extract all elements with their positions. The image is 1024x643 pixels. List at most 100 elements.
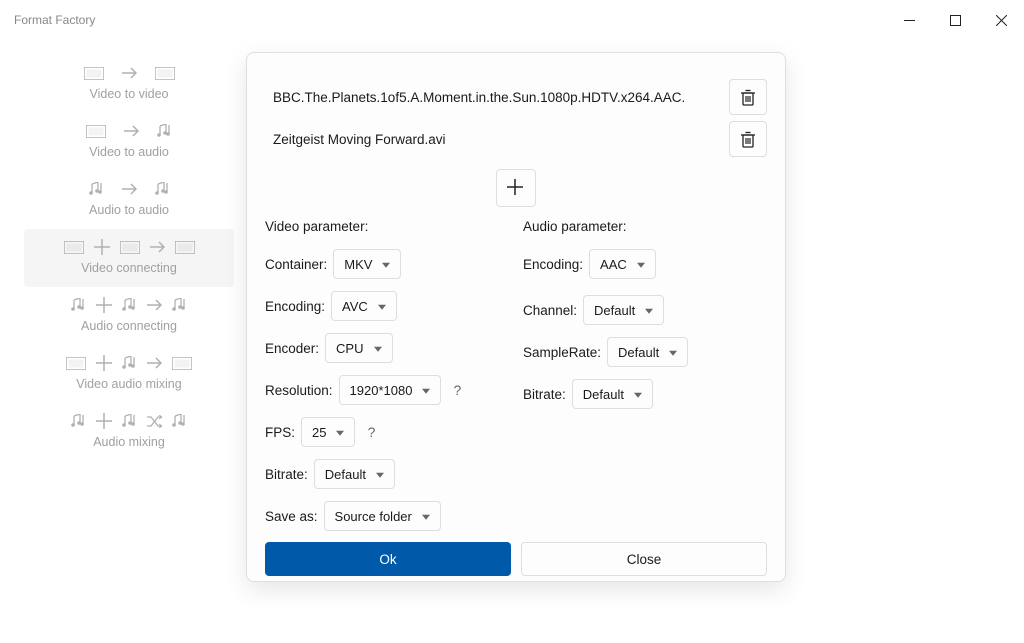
video-icon xyxy=(66,357,86,370)
window-controls xyxy=(886,3,1024,37)
video-bitrate-label: Bitrate: xyxy=(265,467,308,482)
sidebar-item-video-connecting[interactable]: Video connecting xyxy=(24,229,234,287)
video-icon xyxy=(84,67,104,80)
delete-file-button[interactable] xyxy=(729,121,767,157)
close-button[interactable]: Close xyxy=(521,542,767,576)
minimize-button[interactable] xyxy=(886,3,932,37)
channel-select[interactable]: Default xyxy=(583,295,664,325)
sidebar-item-video-to-video[interactable]: Video to video xyxy=(24,55,234,113)
sidebar-item-label: Video to video xyxy=(28,87,230,101)
resolution-select[interactable]: 1920*1080 xyxy=(339,375,442,405)
music-icon xyxy=(71,298,86,312)
sidebar-item-label: Video connecting xyxy=(28,261,230,275)
ok-button[interactable]: Ok xyxy=(265,542,511,576)
sidebar-item-label: Video audio mixing xyxy=(28,377,230,391)
plus-icon xyxy=(507,179,525,197)
close-window-button[interactable] xyxy=(978,3,1024,37)
plus-icon xyxy=(96,297,112,313)
samplerate-select[interactable]: Default xyxy=(607,337,688,367)
saveas-select[interactable]: Source folder xyxy=(324,501,441,531)
resolution-help-button[interactable]: ? xyxy=(447,380,467,400)
sidebar-icons xyxy=(28,61,230,85)
file-list: BBC.The.Planets.1of5.A.Moment.in.the.Sun… xyxy=(265,71,767,167)
arrow-right-icon xyxy=(150,241,165,253)
music-icon xyxy=(71,414,86,428)
file-row: Zeitgeist Moving Forward.avi xyxy=(265,119,767,159)
file-name: Zeitgeist Moving Forward.avi xyxy=(265,132,446,147)
sidebar-item-label: Audio connecting xyxy=(28,319,230,333)
music-icon xyxy=(172,298,187,312)
resolution-label: Resolution: xyxy=(265,383,333,398)
sidebar-item-audio-mixing[interactable]: Audio mixing xyxy=(24,403,234,461)
video-encoding-label: Encoding: xyxy=(265,299,325,314)
fps-select[interactable]: 25 xyxy=(301,417,355,447)
music-icon xyxy=(155,182,170,196)
music-icon xyxy=(89,182,104,196)
video-icon xyxy=(175,241,195,254)
fps-help-button[interactable]: ? xyxy=(361,422,381,442)
container-label: Container: xyxy=(265,257,327,272)
encoder-label: Encoder: xyxy=(265,341,319,356)
close-icon xyxy=(996,15,1007,26)
video-icon xyxy=(86,125,106,138)
maximize-icon xyxy=(950,15,961,26)
trash-icon xyxy=(740,131,756,148)
video-icon xyxy=(64,241,84,254)
audio-parameter-heading: Audio parameter: xyxy=(523,219,767,234)
plus-icon xyxy=(94,239,110,255)
sidebar-item-audio-to-audio[interactable]: Audio to audio xyxy=(24,171,234,229)
video-connecting-dialog: BBC.The.Planets.1of5.A.Moment.in.the.Sun… xyxy=(246,52,786,582)
audio-parameter-section: Audio parameter: Encoding: AAC Channel: … xyxy=(523,219,767,542)
arrow-right-icon xyxy=(124,125,139,137)
fps-label: FPS: xyxy=(265,425,295,440)
arrow-right-icon xyxy=(122,67,137,79)
music-icon xyxy=(122,356,137,370)
video-icon xyxy=(120,241,140,254)
sidebar-icons xyxy=(28,177,230,201)
sidebar: Video to video Video to audio Audio to a… xyxy=(24,55,234,461)
sidebar-icons xyxy=(28,351,230,375)
video-parameter-section: Video parameter: Container: MKV Encoding… xyxy=(265,219,509,542)
encoder-select[interactable]: CPU xyxy=(325,333,392,363)
maximize-button[interactable] xyxy=(932,3,978,37)
file-row: BBC.The.Planets.1of5.A.Moment.in.the.Sun… xyxy=(265,77,767,117)
sidebar-icons xyxy=(28,235,230,259)
music-icon xyxy=(122,298,137,312)
arrow-right-icon xyxy=(147,357,162,369)
channel-label: Channel: xyxy=(523,303,577,318)
minimize-icon xyxy=(904,15,915,26)
sidebar-icons xyxy=(28,293,230,317)
sidebar-item-audio-connecting[interactable]: Audio connecting xyxy=(24,287,234,345)
audio-bitrate-label: Bitrate: xyxy=(523,387,566,402)
saveas-label: Save as: xyxy=(265,509,318,524)
sidebar-item-label: Audio to audio xyxy=(28,203,230,217)
video-icon xyxy=(172,357,192,370)
video-encoding-select[interactable]: AVC xyxy=(331,291,397,321)
video-bitrate-select[interactable]: Default xyxy=(314,459,395,489)
music-icon xyxy=(157,124,172,138)
sidebar-item-video-audio-mixing[interactable]: Video audio mixing xyxy=(24,345,234,403)
music-icon xyxy=(122,414,137,428)
delete-file-button[interactable] xyxy=(729,79,767,115)
shuffle-icon xyxy=(147,415,162,428)
video-icon xyxy=(155,67,175,80)
arrow-right-icon xyxy=(122,183,137,195)
file-name: BBC.The.Planets.1of5.A.Moment.in.the.Sun… xyxy=(265,90,685,105)
sidebar-item-video-to-audio[interactable]: Video to audio xyxy=(24,113,234,171)
music-icon xyxy=(172,414,187,428)
sidebar-item-label: Video to audio xyxy=(28,145,230,159)
sidebar-item-label: Audio mixing xyxy=(28,435,230,449)
trash-icon xyxy=(740,89,756,106)
video-parameter-heading: Video parameter: xyxy=(265,219,509,234)
samplerate-label: SampleRate: xyxy=(523,345,601,360)
audio-bitrate-select[interactable]: Default xyxy=(572,379,653,409)
sidebar-icons xyxy=(28,119,230,143)
plus-icon xyxy=(96,413,112,429)
arrow-right-icon xyxy=(147,299,162,311)
container-select[interactable]: MKV xyxy=(333,249,401,279)
audio-encoding-label: Encoding: xyxy=(523,257,583,272)
add-file-button[interactable] xyxy=(496,169,536,207)
app-title: Format Factory xyxy=(14,13,95,27)
sidebar-icons xyxy=(28,409,230,433)
audio-encoding-select[interactable]: AAC xyxy=(589,249,656,279)
